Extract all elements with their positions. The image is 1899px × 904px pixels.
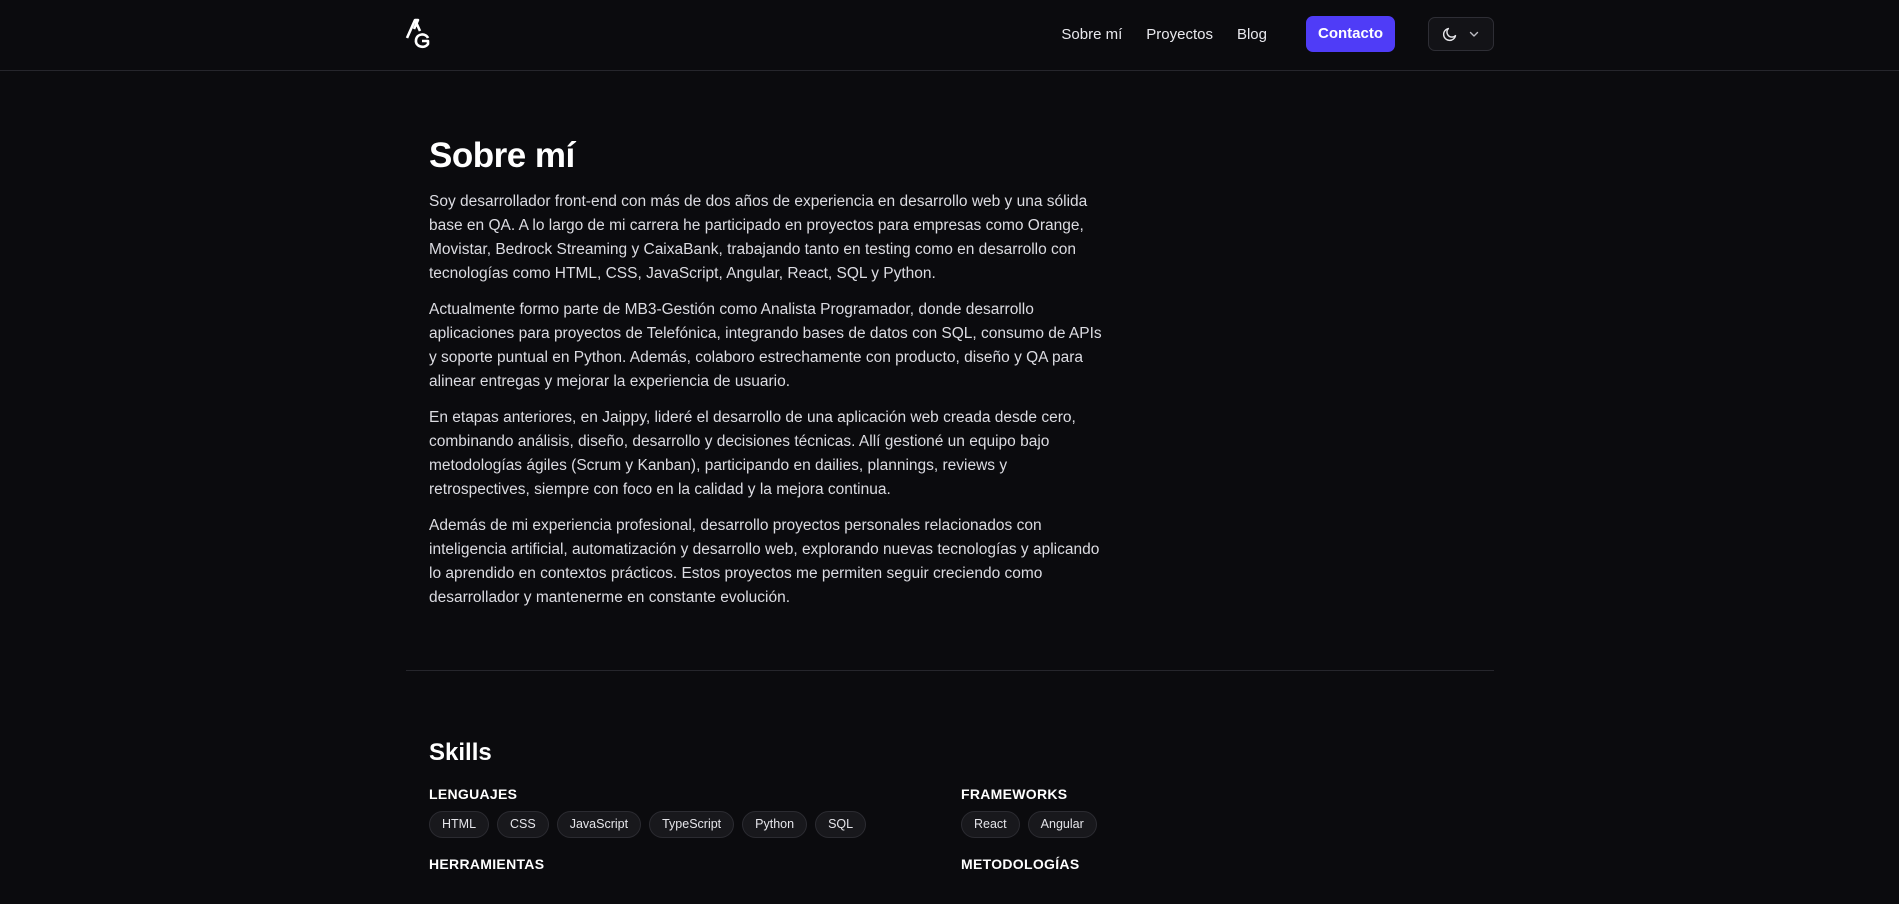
nav-link-sobre-mi[interactable]: Sobre mí [1061, 26, 1122, 43]
skill-group-frameworks: FRAMEWORKS React Angular [961, 784, 1461, 838]
about-paragraph-2: Actualmente formo parte de MB3-Gestión c… [429, 301, 1102, 390]
moon-icon [1442, 27, 1457, 42]
skill-group-metodologias: METODOLOGÍAS [961, 854, 1461, 881]
skill-group-herramientas: HERRAMIENTAS [429, 854, 929, 881]
skill-group-lenguajes: LENGUAJES HTML CSS JavaScript TypeScript… [429, 784, 929, 838]
skill-chip[interactable]: React [961, 811, 1020, 838]
skill-chip[interactable]: CSS [497, 811, 549, 838]
main-nav: Sobre mí Proyectos Blog Contacto [1061, 16, 1494, 52]
nav-link-blog[interactable]: Blog [1237, 26, 1267, 43]
skill-chip[interactable]: HTML [429, 811, 490, 838]
skill-chip[interactable]: TypeScript [649, 811, 735, 838]
skill-chip[interactable]: SQL [815, 811, 867, 838]
skill-group-title: LENGUAJES [429, 786, 518, 802]
skill-group-title: METODOLOGÍAS [961, 856, 1080, 872]
chevron-down-icon [1469, 31, 1479, 37]
skills-section: Skills LENGUAJES HTML CSS JavaScript Typ… [429, 736, 1494, 872]
skill-chip[interactable]: Python [742, 811, 808, 838]
logo[interactable] [405, 18, 431, 50]
skill-group-title: HERRAMIENTAS [429, 856, 545, 872]
section-divider [406, 670, 1494, 671]
skill-chips-frameworks: React Angular [961, 811, 1461, 838]
skills-title: Skills [429, 739, 492, 766]
skill-chips-lenguajes: HTML CSS JavaScript TypeScript Python SQ… [429, 811, 929, 838]
site-header: Sobre mí Proyectos Blog Contacto [0, 0, 1899, 71]
about-paragraph-3: En etapas anteriores, en Jaippy, lideré … [429, 409, 1076, 498]
about-paragraph-4: Además de mi experiencia profesional, de… [429, 517, 1100, 606]
contact-button[interactable]: Contacto [1306, 16, 1395, 52]
skill-group-title: FRAMEWORKS [961, 786, 1068, 802]
nav-link-proyectos[interactable]: Proyectos [1146, 26, 1213, 43]
skill-chip[interactable]: JavaScript [556, 811, 642, 838]
theme-toggle[interactable] [1428, 17, 1494, 51]
skill-chip[interactable]: Angular [1027, 811, 1097, 838]
about-paragraph-1: Soy desarrollador front-end con más de d… [429, 193, 1088, 282]
about-section: Sobre mí Soy desarrollador front-end con… [429, 134, 1109, 622]
about-title: Sobre mí [429, 136, 575, 175]
